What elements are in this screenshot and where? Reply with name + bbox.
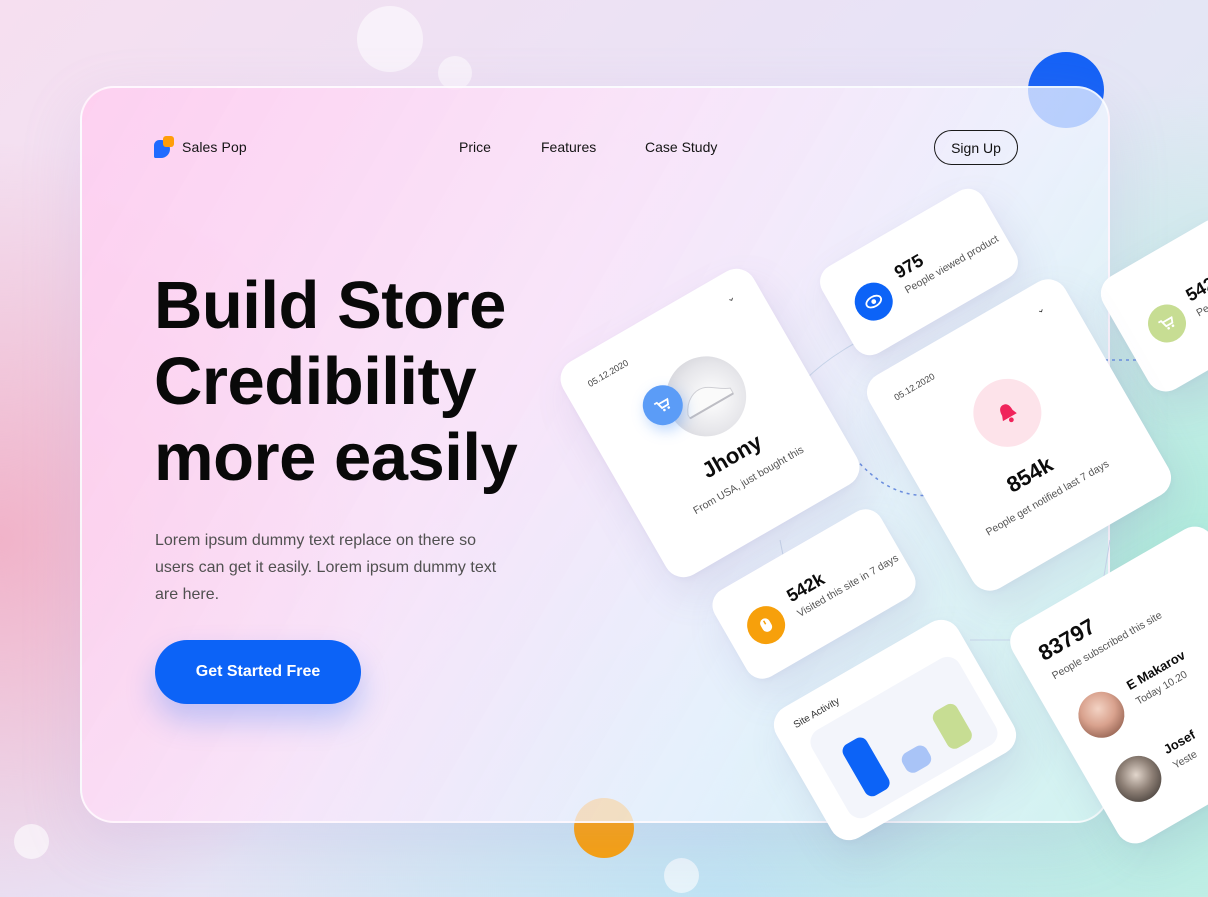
- nav-case-study[interactable]: Case Study: [645, 139, 717, 155]
- decor-bubble: [438, 56, 472, 90]
- brand-name: Sales Pop: [182, 139, 247, 155]
- nav-price[interactable]: Price: [459, 139, 491, 155]
- bell-icon: [960, 366, 1054, 460]
- sign-up-button[interactable]: Sign Up: [934, 130, 1018, 165]
- mouse-icon: [740, 599, 793, 652]
- hero-subtext: Lorem ipsum dummy text replace on there …: [155, 532, 497, 603]
- sales-pop-logo-icon: [154, 136, 174, 158]
- hero-headline: Build Store Credibility more easily: [154, 268, 518, 496]
- activity-bar: [839, 734, 893, 800]
- cart-icon: [1141, 297, 1193, 350]
- activity-bar: [929, 701, 975, 752]
- avatar: [1069, 683, 1133, 747]
- headline-line-1: Build Store: [154, 268, 506, 343]
- avatar: [1106, 747, 1170, 811]
- chevron-down-icon[interactable]: ⌄: [724, 292, 737, 306]
- notified-date: 05.12.2020: [892, 371, 937, 403]
- get-started-button[interactable]: Get Started Free: [155, 640, 361, 704]
- chevron-down-icon[interactable]: ⌄: [1034, 303, 1047, 317]
- brand-logo[interactable]: Sales Pop: [154, 136, 247, 158]
- decor-bubble: [664, 858, 699, 893]
- activity-bars: [832, 674, 975, 800]
- headline-line-3: more easily: [154, 420, 518, 495]
- nav-features[interactable]: Features: [541, 139, 596, 155]
- purchase-date: 05.12.2020: [586, 357, 631, 389]
- headline-line-2: Credibility: [154, 344, 477, 419]
- decor-bubble: [357, 6, 423, 72]
- activity-bar: [899, 742, 934, 776]
- partial-count: 542k: [1182, 268, 1208, 306]
- eye-icon: [847, 275, 900, 328]
- decor-bubble: [14, 824, 49, 859]
